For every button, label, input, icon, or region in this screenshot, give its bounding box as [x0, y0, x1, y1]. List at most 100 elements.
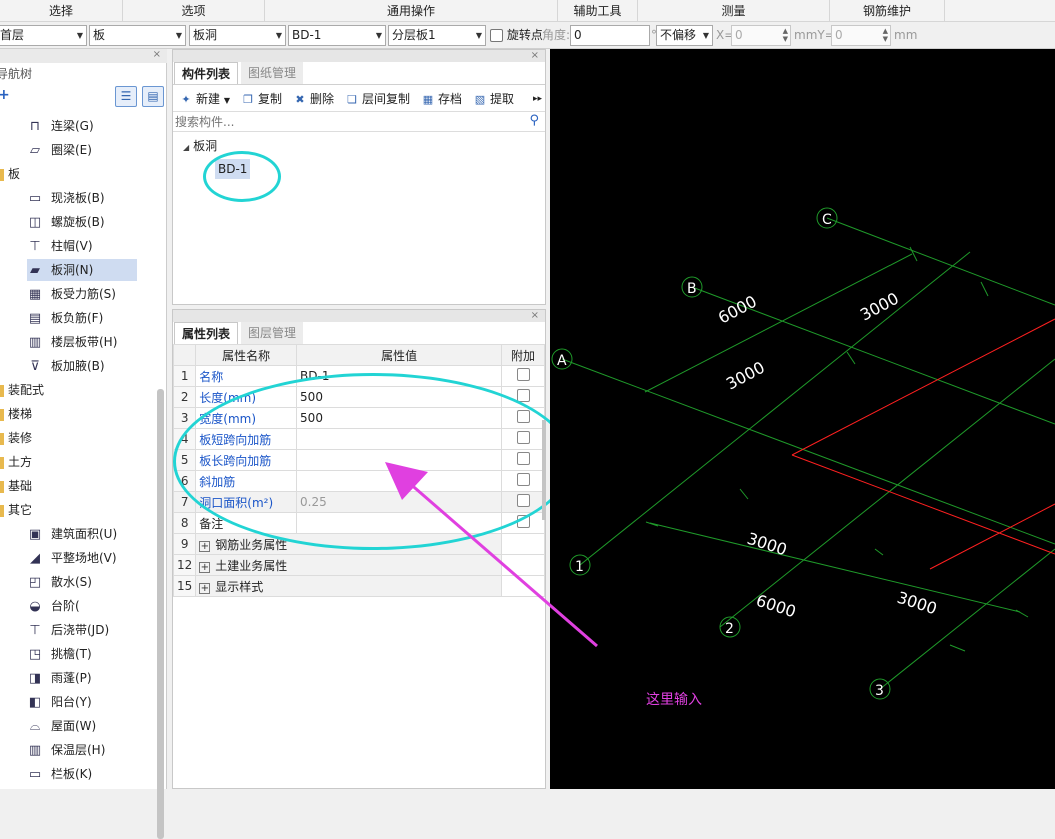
tree-group-slab-hole[interactable]: ◢ 板洞 [183, 137, 217, 154]
sidebar-item-slab-neg-rebar[interactable]: ▤ 板负筋(F) [27, 307, 103, 329]
sidebar-item-slab-strip[interactable]: ▥ 楼层板带(H) [27, 331, 118, 353]
expand-plus-icon[interactable]: + [199, 561, 211, 573]
sidebar-item-spiral-slab[interactable]: ◫ 螺旋板(B) [27, 211, 105, 233]
ribbon-group-rebar-maint[interactable]: 钢筋维护 [830, 0, 945, 22]
ribbon-group-common-ops[interactable]: 通用操作 [265, 0, 558, 22]
tab-component-list[interactable]: 构件列表 [174, 62, 239, 84]
extract-button[interactable]: ▧ 提取 [473, 88, 514, 110]
dim-label: 3000 [745, 529, 790, 560]
row-index: 12 [172, 554, 197, 576]
nav-title: 导航树 [0, 67, 33, 81]
sidebar-item-post-pour-strip[interactable]: ⊤ 后浇带(JD) [27, 619, 109, 641]
sidebar-item-label: 板受力筋(S) [51, 287, 116, 301]
close-icon[interactable]: × [153, 49, 161, 61]
grid-view-icon[interactable]: ▤ [142, 86, 164, 107]
nav-folder[interactable]: 装配式 [0, 379, 44, 401]
search-icon[interactable]: ⚲ [529, 113, 539, 128]
nav-header-bar: × [0, 49, 167, 63]
sidebar-item-insulation[interactable]: ▥ 保温层(H) [27, 739, 106, 761]
expand-plus-icon[interactable]: + [199, 540, 211, 552]
floor-select[interactable]: 首层 ▼ [0, 25, 87, 46]
layer-copy-icon: ❏ [347, 92, 357, 106]
expand-plus-icon[interactable]: + [199, 582, 211, 594]
rotate-point-checkbox[interactable] [490, 29, 503, 42]
ribbon-group-measure[interactable]: 测量 [638, 0, 830, 22]
sidebar-item-roof[interactable]: ⌓ 屋面(W) [27, 715, 96, 737]
new-icon: ✦ [181, 92, 191, 106]
close-icon[interactable]: × [531, 310, 539, 322]
y-offset-input[interactable]: 0 ▲ ▼ [831, 25, 891, 46]
sidebar-item-column-cap[interactable]: ⊤ 柱帽(V) [27, 235, 92, 257]
axis-line-c [826, 217, 1055, 306]
offset-select[interactable]: 不偏移 ▼ [656, 25, 713, 46]
sidebar-item-step[interactable]: ◒ 台阶( [27, 595, 79, 617]
layer-select[interactable]: 分层板1 ▼ [388, 25, 486, 46]
extra-checkbox[interactable] [516, 368, 530, 381]
slab-haunch-icon: ⊽ [30, 358, 40, 374]
ribbon-group-select[interactable]: 选择 [0, 0, 123, 22]
nav-folder[interactable]: 其它 [0, 499, 32, 521]
tab-layer-management[interactable]: 图层管理 [241, 322, 304, 344]
drawing-canvas[interactable]: C B A 1 2 3 6000 3000 3000 3000 6000 300… [550, 49, 1055, 789]
table-header-row: 属性名称 属性值 附加 [172, 344, 545, 366]
add-icon[interactable]: + [0, 87, 10, 103]
sidebar-item-slab-hole[interactable]: ▰ 板洞(N) [27, 259, 137, 281]
sidebar-item-ring-beam[interactable]: ▱ 圈梁(E) [27, 139, 92, 161]
column-header-extra: 附加 [501, 344, 545, 366]
tab-property-list[interactable]: 属性列表 [174, 322, 239, 344]
rotate-point-option[interactable]: 旋转点 [490, 27, 543, 44]
cast-slab-icon: ▭ [28, 190, 42, 206]
tab-drawing-management[interactable]: 图纸管理 [241, 62, 304, 84]
parapet-icon: ▭ [28, 766, 42, 782]
sidebar-item-label: 现浇板(B) [51, 191, 105, 205]
delete-button[interactable]: ✖ 删除 [293, 88, 334, 110]
layer-copy-button[interactable]: ❏ 层间复制 [345, 88, 410, 110]
nav-folder-label: 其它 [8, 503, 33, 517]
sidebar-item-building-area[interactable]: ▣ 建筑面积(U) [27, 523, 117, 545]
sidebar-item-balcony[interactable]: ◧ 阳台(Y) [27, 691, 92, 713]
list-view-icon[interactable]: ☰ [115, 86, 137, 107]
search-input[interactable] [175, 113, 520, 131]
close-icon[interactable]: × [531, 50, 539, 62]
sidebar-item-parapet[interactable]: ▭ 栏板(K) [27, 763, 92, 785]
ribbon-group-aux-tools[interactable]: 辅助工具 [558, 0, 638, 22]
type-select[interactable]: 板洞 ▼ [189, 25, 286, 46]
sidebar-item-site-leveling[interactable]: ◢ 平整场地(V) [27, 547, 117, 569]
nav-folder[interactable]: 基础 [0, 475, 32, 497]
save-button[interactable]: ▦ 存档 [421, 88, 462, 110]
dim-label: 3000 [723, 358, 768, 394]
ribbon-bar: 选择 选项 通用操作 辅助工具 测量 钢筋维护 [0, 0, 1055, 22]
sidebar-item-canopy[interactable]: ◨ 雨蓬(P) [27, 667, 92, 689]
nav-scrollbar[interactable] [157, 389, 164, 839]
slab-hole-icon: ▰ [30, 262, 40, 278]
sidebar-item-coupling-beam[interactable]: ⊓ 连梁(G) [27, 115, 94, 137]
sidebar-item-slab-haunch[interactable]: ⊽ 板加腋(B) [27, 355, 104, 377]
folder-icon [0, 456, 4, 469]
folder-icon [0, 432, 4, 445]
copy-button[interactable]: ❐ 复制 [241, 88, 282, 110]
nav-folder[interactable]: 装修 [0, 427, 32, 449]
nav-folder[interactable]: 楼梯 [0, 403, 32, 425]
spinner-icon[interactable]: ▲ ▼ [883, 27, 888, 43]
spinner-icon[interactable]: ▲ ▼ [783, 27, 788, 43]
element-select[interactable]: BD-1 ▼ [288, 25, 386, 46]
new-button[interactable]: ✦ 新建 ▼ [179, 88, 230, 110]
sidebar-item-cornice[interactable]: ◳ 挑檐(T) [27, 643, 92, 665]
sidebar-item-slab-rebar[interactable]: ▦ 板受力筋(S) [27, 283, 116, 305]
sidebar-item-apron[interactable]: ◰ 散水(S) [27, 571, 92, 593]
nav-folder-label: 土方 [8, 455, 33, 469]
row-index: 9 [172, 533, 197, 555]
delete-icon: ✖ [295, 92, 305, 106]
angle-input[interactable]: 0 [570, 25, 650, 46]
category-select[interactable]: 板 ▼ [89, 25, 186, 46]
ribbon-group-options[interactable]: 选项 [123, 0, 265, 22]
folder-icon [0, 384, 4, 397]
x-offset-input[interactable]: 0 ▲ ▼ [731, 25, 791, 46]
nav-folder[interactable]: 土方 [0, 451, 32, 473]
row-index: 15 [172, 575, 197, 597]
sidebar-item-cast-slab[interactable]: ▭ 现浇板(B) [27, 187, 105, 209]
cornice-icon: ◳ [28, 646, 42, 662]
dim-tick [874, 548, 884, 556]
nav-folder[interactable]: 板 [0, 163, 20, 185]
more-arrow-icon[interactable]: ▸▸ [533, 88, 542, 110]
